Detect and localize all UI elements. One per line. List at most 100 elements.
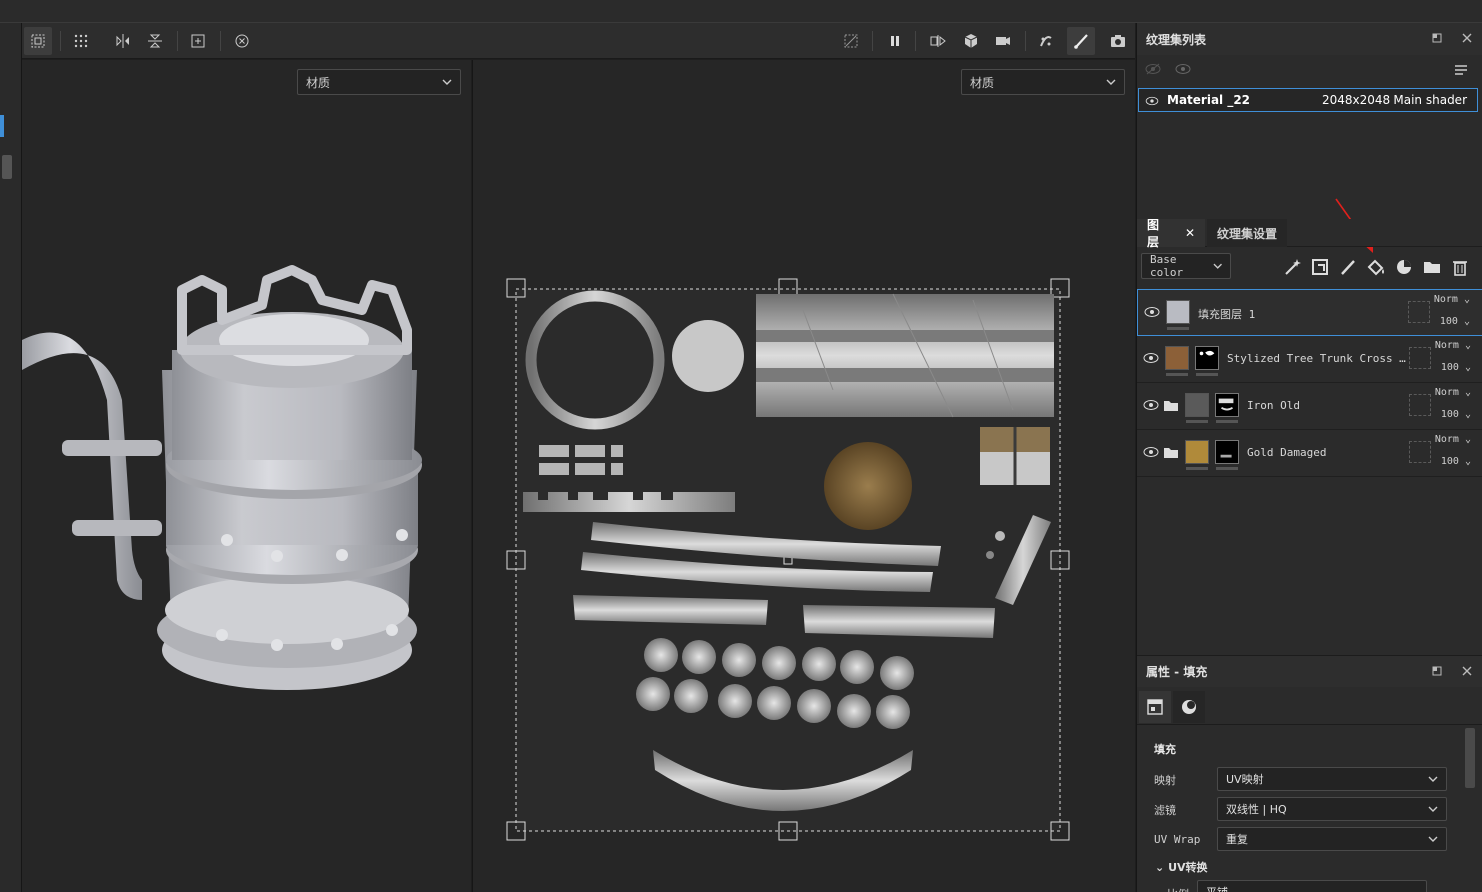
layer-blend-mode[interactable]: Norm ⌄ [1435, 434, 1471, 445]
layer-thumbnail-bar [1196, 373, 1218, 376]
trash-icon[interactable] [1450, 257, 1470, 277]
tab-layers-label: 图层 [1147, 218, 1160, 249]
mapping-select[interactable]: UV映射 [1217, 767, 1447, 791]
paint-layer-icon[interactable] [1338, 257, 1358, 277]
layer-thumbnail-bar [1166, 373, 1188, 376]
tab-layers[interactable]: 图层 ✕ [1137, 218, 1205, 249]
effect-icon[interactable] [1394, 257, 1414, 277]
layer-thumbnail [1185, 393, 1209, 417]
properties-scrollbar[interactable] [1465, 728, 1475, 788]
layer-opacity[interactable]: 100 ⌄ [1441, 456, 1471, 467]
mirror-x-icon[interactable] [109, 27, 137, 55]
uv-transform-section[interactable]: ⌄ UV转换 [1155, 859, 1208, 875]
layer-blend-mode[interactable]: Norm ⌄ [1435, 387, 1471, 398]
magic-wand-icon[interactable] [1282, 257, 1302, 277]
folder-icon[interactable] [1163, 446, 1179, 459]
mirror-y-icon[interactable] [141, 27, 169, 55]
close-icon[interactable] [1461, 32, 1473, 44]
layer-mask-slot[interactable] [1409, 347, 1431, 369]
layer-opacity[interactable]: 100 ⌄ [1441, 409, 1471, 420]
eye-icon[interactable] [1143, 399, 1159, 411]
layer-thumbnail [1185, 440, 1209, 464]
layer-thumbnail [1166, 300, 1190, 324]
material-select-3d[interactable]: 材质 [297, 69, 461, 95]
tab-texture-settings[interactable]: 纹理集设置 [1207, 219, 1288, 247]
symmetry-icon[interactable] [1032, 27, 1060, 55]
layer-blend-label: Norm [1434, 387, 1459, 398]
layer-thumbnail-bar [1186, 420, 1208, 423]
sidebar-scrollbar[interactable] [2, 155, 12, 179]
properties-title: 属性 - 填充 [1146, 665, 1208, 679]
layer-row-iron-old[interactable]: Iron Old Norm ⌄ 100 ⌄ [1137, 383, 1482, 430]
screenshot-icon[interactable] [1104, 27, 1132, 55]
eye-icon[interactable] [1143, 352, 1159, 364]
eye-icon[interactable] [1145, 95, 1159, 106]
eye-icon[interactable] [1144, 306, 1160, 318]
layer-mask-slot[interactable] [1409, 441, 1431, 463]
eye-icon[interactable] [1143, 446, 1159, 458]
filter-select[interactable]: 双线性 | HQ [1217, 797, 1447, 821]
layer-opacity[interactable]: 100 ⌄ [1440, 316, 1470, 327]
uv-island-icon[interactable] [24, 27, 52, 55]
tankard-3d-model [22, 265, 422, 690]
camera-icon[interactable] [989, 27, 1017, 55]
layer-row-gold-damaged[interactable]: Gold Damaged Norm ⌄ 100 ⌄ [1137, 430, 1482, 477]
mapping-value: UV映射 [1226, 773, 1264, 786]
close-icon[interactable] [1461, 665, 1473, 677]
chevron-down-icon: ⌄ [1155, 861, 1165, 874]
layer-blend-label: Norm [1433, 294, 1458, 305]
pause-icon[interactable] [881, 27, 909, 55]
layer-mask-slot[interactable] [1408, 301, 1430, 323]
grid-icon[interactable] [67, 27, 95, 55]
folder-icon[interactable] [1163, 399, 1179, 412]
fill-properties-tab-icon[interactable] [1139, 691, 1171, 723]
viewport-3d[interactable]: 材质 [22, 60, 471, 892]
cube-icon[interactable] [957, 27, 985, 55]
layer-blend-mode[interactable]: Norm ⌄ [1434, 294, 1470, 305]
uv-transform-title: UV转换 [1168, 861, 1208, 874]
left-sidebar [0, 23, 22, 892]
layer-row-fill[interactable]: 填充图层 1 Norm ⌄ 100 ⌄ [1137, 289, 1482, 336]
uv-wrap-label: UV Wrap [1154, 833, 1201, 846]
uv-wrap-value: 重复 [1226, 833, 1248, 846]
uv-wrap-select[interactable]: 重复 [1217, 827, 1447, 851]
layer-opacity[interactable]: 100 ⌄ [1441, 362, 1471, 373]
texture-set-row[interactable]: Material _22 2048x2048 Main shader [1138, 88, 1478, 112]
scale-label: 比例 [1167, 886, 1189, 892]
fill-section-title: 填充 [1154, 743, 1176, 756]
float-panel-icon[interactable] [1431, 32, 1443, 44]
hidden-eye-icon[interactable] [1145, 63, 1161, 77]
filter-label: 滤镜 [1154, 804, 1176, 817]
hide-icon[interactable] [837, 27, 865, 55]
material-tab-icon[interactable] [1173, 691, 1205, 723]
brush-icon[interactable] [1067, 27, 1095, 55]
reset-icon[interactable] [228, 27, 256, 55]
right-panel: 纹理集列表 Material _22 2048x2048 Main shader… [1136, 23, 1482, 892]
layer-opacity-label: 100 [1440, 456, 1459, 467]
menu-icon[interactable] [1453, 63, 1469, 77]
mapping-label: 映射 [1154, 774, 1176, 787]
viewport-toolbar [22, 23, 1135, 59]
eye-icon[interactable] [1175, 63, 1191, 77]
scale-select[interactable]: 平铺 [1197, 880, 1427, 892]
texture-set-resolution: 2048x2048 [1322, 93, 1391, 107]
layer-mask-slot[interactable] [1409, 394, 1431, 416]
layer-row-tree-trunk[interactable]: Stylized Tree Trunk Cross … Norm ⌄ 100 ⌄ [1137, 336, 1482, 383]
float-panel-icon[interactable] [1431, 665, 1443, 677]
split-view-icon[interactable] [924, 27, 952, 55]
layer-opacity-label: 100 [1439, 316, 1458, 327]
fill-layer-icon[interactable] [1366, 257, 1386, 277]
fit-icon[interactable] [184, 27, 212, 55]
tab-texture-settings-label: 纹理集设置 [1217, 226, 1278, 241]
properties-header: 属性 - 填充 [1137, 655, 1482, 687]
viewport-2d-uv[interactable]: 材质 [472, 60, 1135, 892]
texture-set-list-title: 纹理集列表 [1146, 32, 1207, 47]
layer-blend-label: Norm [1434, 340, 1459, 351]
layer-name: Stylized Tree Trunk Cross … [1227, 352, 1406, 365]
layer-blend-mode[interactable]: Norm ⌄ [1435, 340, 1471, 351]
layer-name: Gold Damaged [1247, 446, 1327, 459]
close-icon[interactable]: ✕ [1185, 226, 1195, 240]
smart-mask-icon[interactable] [1310, 257, 1330, 277]
folder-icon[interactable] [1422, 257, 1442, 277]
channel-select[interactable]: Base color [1141, 253, 1231, 279]
